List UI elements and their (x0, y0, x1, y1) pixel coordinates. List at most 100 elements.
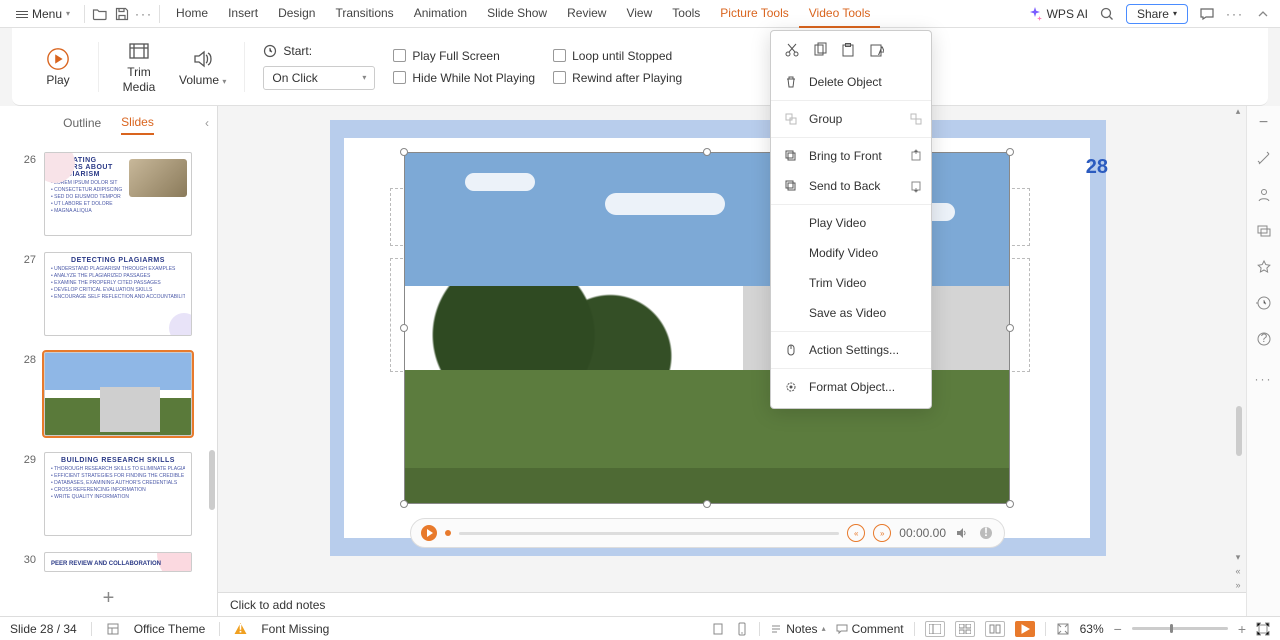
slide-thumbnail-selected[interactable] (44, 352, 192, 436)
page-icon[interactable] (711, 622, 725, 636)
resize-handle[interactable] (400, 148, 408, 156)
status-font-missing[interactable]: Font Missing (261, 622, 329, 636)
slideshow-view-button[interactable] (1015, 621, 1035, 637)
resize-handle[interactable] (1006, 500, 1014, 508)
video-playhead[interactable] (445, 530, 451, 536)
context-save-video[interactable]: .Save as Video (771, 298, 931, 328)
hide-not-playing-checkbox[interactable]: Hide While Not Playing (393, 71, 535, 85)
prev-slide-icon[interactable]: « (1232, 566, 1244, 578)
copy-icon[interactable] (811, 41, 829, 59)
tab-animation[interactable]: Animation (404, 0, 477, 28)
reading-view-button[interactable] (985, 621, 1005, 637)
tab-tools[interactable]: Tools (662, 0, 710, 28)
rewind-checkbox[interactable]: Rewind after Playing (553, 71, 682, 85)
paste-icon[interactable] (839, 41, 857, 59)
thumb-row[interactable]: 27 DETECTING PLAGIARMS • UNDERSTAND PLAG… (0, 248, 217, 348)
phone-icon[interactable] (735, 622, 749, 636)
search-icon[interactable] (1098, 5, 1116, 23)
zoom-out-button[interactable]: − (1114, 621, 1122, 637)
video-info-icon[interactable]: ! (978, 525, 994, 541)
resize-handle[interactable] (703, 500, 711, 508)
wps-ai-button[interactable]: WPS AI (1027, 6, 1088, 22)
sorter-view-button[interactable] (955, 621, 975, 637)
scroll-up-icon[interactable]: ▴ (1232, 106, 1244, 118)
zoom-in-button[interactable]: + (1238, 621, 1246, 637)
thumb-row[interactable]: 30 PEER REVIEW AND COLLABORATION (0, 548, 217, 572)
zoom-slider[interactable] (1132, 627, 1228, 630)
context-play-video[interactable]: .Play Video (771, 208, 931, 238)
help-icon[interactable]: ? (1255, 330, 1273, 348)
scroll-down-icon[interactable]: ▾ (1232, 552, 1244, 564)
thumbnail-list[interactable]: 26 EDUCATING OTHERS ABOUT PLAGIARISM • L… (0, 140, 217, 580)
canvas-scrollbar[interactable]: ▴ ▾ « » (1232, 106, 1244, 592)
video-volume-icon[interactable] (954, 525, 970, 541)
play-full-screen-checkbox[interactable]: Play Full Screen (393, 49, 535, 63)
fit-page-icon[interactable] (1256, 622, 1270, 636)
add-slide-button[interactable]: + (0, 580, 217, 616)
context-modify-video[interactable]: .Modify Video (771, 238, 931, 268)
tab-video-tools[interactable]: Video Tools (799, 0, 881, 28)
minus-icon[interactable]: − (1255, 114, 1273, 132)
thumb-row[interactable]: 28 (0, 348, 217, 448)
magic-icon[interactable] (1255, 150, 1273, 168)
tab-picture-tools[interactable]: Picture Tools (710, 0, 798, 28)
video-play-button[interactable] (421, 525, 437, 541)
slide-thumbnail[interactable]: PEER REVIEW AND COLLABORATION (44, 552, 192, 572)
slides-tab[interactable]: Slides (121, 111, 154, 135)
resize-handle[interactable] (1006, 324, 1014, 332)
layers-icon[interactable] (1255, 222, 1273, 240)
notes-bar[interactable]: Click to add notes (218, 592, 1246, 616)
next-slide-icon[interactable]: » (1232, 580, 1244, 592)
scrollbar-thumb[interactable] (209, 450, 215, 510)
context-action-settings[interactable]: Action Settings... (771, 335, 931, 365)
resize-handle[interactable] (1006, 148, 1014, 156)
slide-thumbnail[interactable]: EDUCATING OTHERS ABOUT PLAGIARISM • LORE… (44, 152, 192, 236)
context-delete[interactable]: Delete Object (771, 67, 931, 97)
tab-design[interactable]: Design (268, 0, 325, 28)
more-icon[interactable]: ··· (1226, 5, 1244, 23)
theme-icon[interactable] (106, 622, 120, 636)
person-icon[interactable] (1255, 186, 1273, 204)
paste-text-icon[interactable]: A (867, 41, 885, 59)
thumb-row[interactable]: 26 EDUCATING OTHERS ABOUT PLAGIARISM • L… (0, 148, 217, 248)
zoom-value[interactable]: 63% (1080, 622, 1104, 636)
trim-media-button[interactable]: Trim Media (117, 39, 161, 94)
resize-handle[interactable] (703, 148, 711, 156)
volume-button[interactable]: Volume ▾ (179, 47, 226, 87)
tab-home[interactable]: Home (166, 0, 218, 28)
history-icon[interactable] (1255, 294, 1273, 312)
thumb-row[interactable]: 29 BUILDING RESEARCH SKILLS • THOROUGH R… (0, 448, 217, 548)
context-bring-front[interactable]: Bring to Front (771, 141, 931, 171)
collapse-ribbon-icon[interactable] (1254, 5, 1272, 23)
slide-thumbnail[interactable]: BUILDING RESEARCH SKILLS • THOROUGH RESE… (44, 452, 192, 536)
context-send-back[interactable]: Send to Back (771, 171, 931, 201)
canvas[interactable]: 28 « » 00:00.0 (218, 106, 1246, 616)
save-icon[interactable] (113, 5, 131, 23)
more-icon[interactable]: ··· (1255, 370, 1273, 388)
open-folder-icon[interactable] (91, 5, 109, 23)
context-trim-video[interactable]: .Trim Video (771, 268, 931, 298)
loop-checkbox[interactable]: Loop until Stopped (553, 49, 682, 63)
star-icon[interactable] (1255, 258, 1273, 276)
cut-icon[interactable] (783, 41, 801, 59)
comment-toggle[interactable]: Comment (836, 622, 904, 636)
outline-tab[interactable]: Outline (63, 112, 101, 134)
tab-view[interactable]: View (616, 0, 662, 28)
slide-thumbnail[interactable]: DETECTING PLAGIARMS • UNDERSTAND PLAGIAR… (44, 252, 192, 336)
video-rewind-button[interactable]: « (847, 524, 865, 542)
tab-transitions[interactable]: Transitions (325, 0, 403, 28)
notes-toggle[interactable]: Notes ▴ (770, 622, 825, 636)
context-format-object[interactable]: Format Object... (771, 372, 931, 402)
normal-view-button[interactable] (925, 621, 945, 637)
more-icon[interactable]: ··· (135, 5, 153, 23)
video-forward-button[interactable]: » (873, 524, 891, 542)
status-theme[interactable]: Office Theme (134, 622, 206, 636)
resize-handle[interactable] (400, 500, 408, 508)
resize-handle[interactable] (400, 324, 408, 332)
tab-insert[interactable]: Insert (218, 0, 268, 28)
chat-icon[interactable] (1198, 5, 1216, 23)
menu-button[interactable]: Menu ▾ (8, 3, 78, 25)
tab-slideshow[interactable]: Slide Show (477, 0, 557, 28)
play-button[interactable]: Play (36, 47, 80, 87)
tab-review[interactable]: Review (557, 0, 616, 28)
